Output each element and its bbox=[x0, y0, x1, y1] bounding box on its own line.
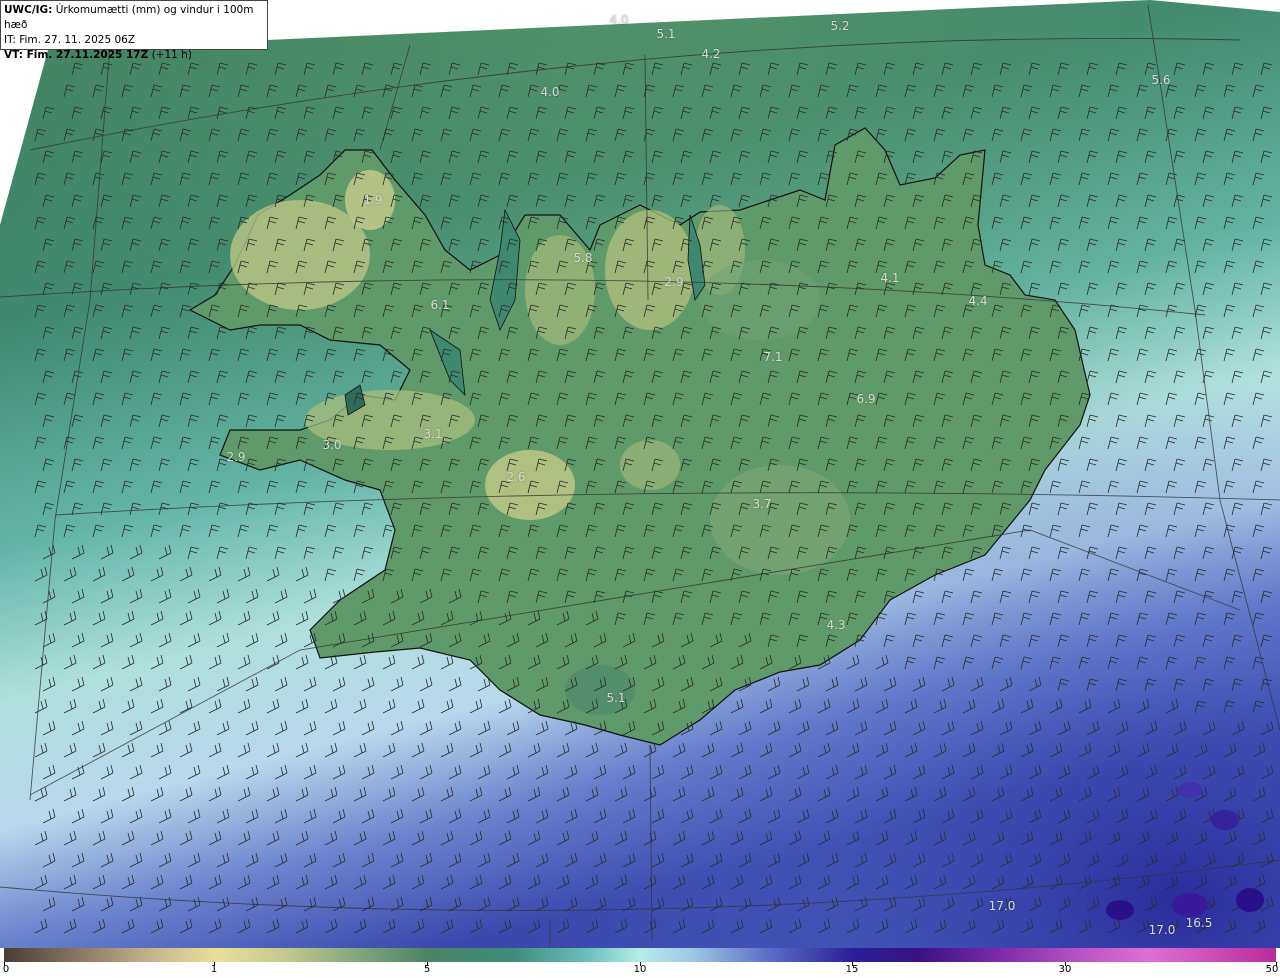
map-value-label: 2.6 bbox=[506, 470, 526, 484]
initial-time: IT: Fim. 27. 11. 2025 06Z bbox=[4, 34, 136, 46]
map-value-label: 17.0 bbox=[1148, 923, 1176, 937]
map-value-label: 2.9 bbox=[226, 450, 246, 464]
map-value-label: 3.0 bbox=[322, 438, 342, 452]
map-value-label: 1.9 bbox=[363, 193, 383, 207]
map-value-label: 4.3 bbox=[826, 618, 846, 632]
lead-time: (+11 h) bbox=[151, 49, 192, 61]
colorbar-tick-label: 0 bbox=[2, 964, 10, 975]
valid-time: VT: Fim. 27.11.2025 17Z bbox=[4, 49, 149, 61]
map-value-label: 4.2 bbox=[701, 47, 721, 61]
title-line: UWC/IG: Úrkomumætti (mm) og vindur i 100… bbox=[4, 3, 264, 33]
colorbar-tick-label: 50 bbox=[1265, 964, 1279, 975]
map-value-label: 3.7 bbox=[752, 497, 772, 511]
map-value-label: 4.0 bbox=[609, 13, 629, 27]
colorbar-tick-label: 5 bbox=[423, 964, 431, 975]
map-value-label: 5.6 bbox=[1151, 73, 1171, 87]
map-value-label: 4.4 bbox=[968, 294, 988, 308]
map-info-box: UWC/IG: Úrkomumætti (mm) og vindur i 100… bbox=[0, 0, 268, 61]
map-value-label: 5.2 bbox=[830, 19, 850, 33]
map-value-label: 2.9 bbox=[664, 275, 684, 289]
precipitation-colorbar bbox=[4, 948, 1276, 962]
colorbar-tick-label: 15 bbox=[845, 964, 859, 975]
colorbar-tick-label: 1 bbox=[210, 964, 218, 975]
model-name: UWC/IG: bbox=[4, 4, 53, 16]
map-value-label: 7.1 bbox=[763, 350, 783, 364]
map-value-label: 5.1 bbox=[656, 27, 676, 41]
map-value-label: 3.1 bbox=[423, 427, 443, 441]
map-value-label: 16.5 bbox=[1185, 916, 1213, 930]
map-value-label: 17.0 bbox=[988, 899, 1016, 913]
map-value-label: 6.9 bbox=[856, 392, 876, 406]
weather-map bbox=[0, 0, 1280, 948]
map-value-label: 4.0 bbox=[540, 85, 560, 99]
map-value-label: 6.1 bbox=[430, 298, 450, 312]
map-value-label: 5.8 bbox=[573, 251, 593, 265]
map-value-label: 5.1 bbox=[606, 691, 626, 705]
valid-time-line: VT: Fim. 27.11.2025 17Z (+11 h) bbox=[4, 48, 264, 63]
colorbar-tick-label: 10 bbox=[633, 964, 647, 975]
map-value-label: 4.1 bbox=[880, 271, 900, 285]
colorbar-tick-label: 30 bbox=[1058, 964, 1072, 975]
